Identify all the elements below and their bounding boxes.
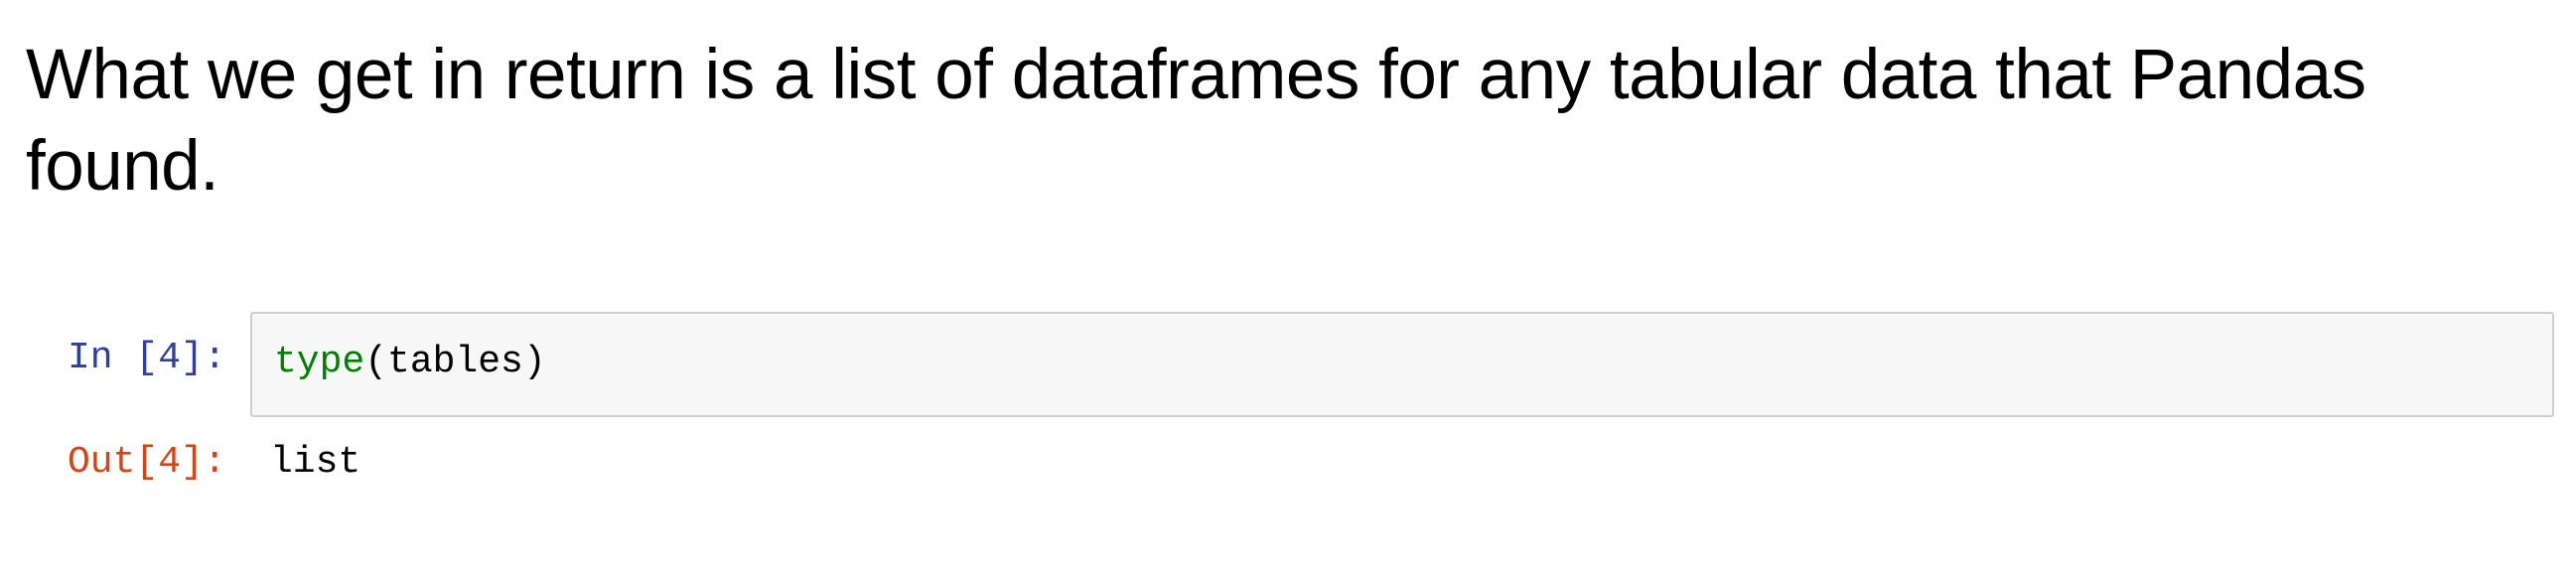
markdown-text: What we get in return is a list of dataf… bbox=[26, 36, 2366, 206]
notebook-page: { "markdown": { "text": "What we get in … bbox=[0, 0, 2576, 578]
output-prompt: Out[4]: bbox=[68, 441, 226, 484]
input-prompt: In [4]: bbox=[68, 337, 226, 379]
markdown-cell[interactable]: What we get in return is a list of dataf… bbox=[26, 30, 2528, 213]
code-input[interactable]: type(tables) bbox=[250, 312, 2554, 417]
code-builtin: type bbox=[274, 341, 365, 383]
output-text: list bbox=[270, 441, 361, 484]
code-rest: (tables) bbox=[364, 341, 546, 383]
